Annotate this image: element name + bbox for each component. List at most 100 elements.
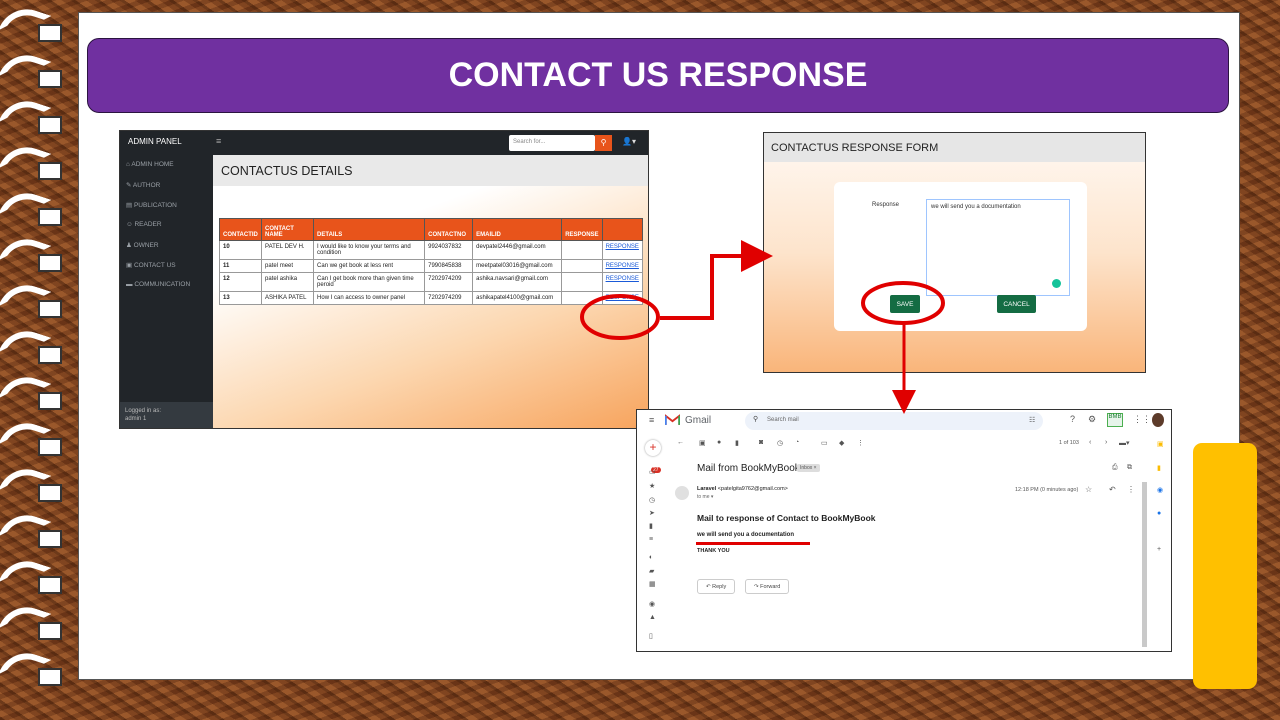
- response-link[interactable]: RESPONSE: [606, 263, 639, 269]
- binder-ring: [0, 185, 64, 229]
- menu-icon[interactable]: ≡: [216, 136, 221, 146]
- add-task-icon[interactable]: ◔: [795, 439, 799, 446]
- binder-ring: [0, 369, 64, 413]
- compose-icon[interactable]: +: [645, 440, 661, 456]
- next-page-icon[interactable]: ›: [1105, 439, 1107, 446]
- forward-button[interactable]: ↷ Forward: [745, 579, 790, 594]
- cell-action: RESPONSE: [601, 272, 644, 292]
- more-icon[interactable]: ≡: [649, 536, 653, 543]
- search-icon[interactable]: ⚲: [753, 415, 758, 423]
- delete-icon[interactable]: ▮: [735, 439, 739, 447]
- admin-search-input[interactable]: Search for...: [509, 135, 595, 151]
- snooze-icon[interactable]: ◷: [777, 439, 783, 447]
- cell-contact-no: 7202974209: [424, 291, 474, 305]
- sidebar-item-publication[interactable]: ▤ PUBLICATION: [126, 201, 177, 209]
- archive-icon[interactable]: ▣: [699, 439, 706, 447]
- mail-body-line: we will send you a documentation: [697, 532, 795, 538]
- tasks-icon[interactable]: ◉: [1157, 486, 1163, 494]
- scrollbar[interactable]: [1142, 482, 1147, 647]
- more-options-icon[interactable]: ⋮: [1127, 485, 1135, 494]
- reader-icon: ☺: [126, 221, 133, 228]
- sidebar-item-author[interactable]: ✎ AUTHOR: [126, 181, 160, 189]
- binder-ring: [0, 461, 64, 505]
- video-icon[interactable]: ▰: [649, 567, 654, 575]
- prev-page-icon[interactable]: ‹: [1089, 439, 1091, 446]
- form-title: CONTACTUS RESPONSE FORM: [764, 133, 1145, 162]
- column-header: CONTACTNO: [424, 218, 474, 241]
- response-textarea[interactable]: we will send you a documentation: [926, 199, 1070, 296]
- keep-icon[interactable]: ▮: [1157, 464, 1161, 472]
- logged-in-user: admin 1: [125, 416, 147, 423]
- cell-email: meetpatel03016@gmail.com: [472, 259, 563, 273]
- sidebar-item-contact-us[interactable]: ▣ CONTACT US: [126, 261, 176, 269]
- search-options-icon[interactable]: ☷: [1029, 416, 1035, 424]
- gear-icon[interactable]: ⚙: [1088, 414, 1096, 425]
- inbox-label-badge[interactable]: Inbox ×: [797, 464, 820, 472]
- inbox-icon[interactable]: ▭: [649, 468, 656, 476]
- recipient-line[interactable]: to me ▾: [697, 494, 713, 500]
- sidebar-item-communication[interactable]: ▬ COMMUNICATION: [126, 281, 190, 288]
- clock-icon[interactable]: ◷: [649, 496, 655, 504]
- sidebar-item-reader[interactable]: ☺ READER: [126, 221, 162, 228]
- cell-contact-id: 10: [218, 240, 263, 260]
- user-icon[interactable]: 👤▾: [622, 137, 636, 146]
- cell-contact-no: 9924037832: [424, 240, 474, 260]
- contact-avatar-icon[interactable]: ▲: [649, 614, 656, 621]
- help-icon[interactable]: ?: [1070, 414, 1075, 424]
- print-icon[interactable]: ⎙: [1112, 464, 1118, 472]
- cancel-button[interactable]: CANCEL: [997, 295, 1036, 313]
- reply-button[interactable]: ↶ Reply: [697, 579, 736, 594]
- label-icon[interactable]: ◆: [839, 439, 844, 447]
- bookmybook-badge-icon[interactable]: BMB: [1107, 413, 1123, 427]
- apps-grid-icon[interactable]: ⋮⋮: [1133, 414, 1151, 425]
- sidebar-item-label: PUBLICATION: [133, 202, 177, 209]
- reply-icon[interactable]: ↶: [1109, 485, 1116, 494]
- admin-panel-screenshot: ADMIN PANEL ≡ Search for... ⚲ 👤▾ ⌂ ADMIN…: [119, 130, 649, 429]
- binder-ring: [0, 415, 64, 459]
- sidebar-item-admin-home[interactable]: ⌂ ADMIN HOME: [126, 161, 174, 168]
- move-to-icon[interactable]: ▭: [821, 439, 828, 447]
- column-header: CONTACTID: [218, 218, 263, 241]
- binder-ring: [0, 277, 64, 321]
- star-icon[interactable]: ★: [649, 482, 655, 490]
- contact-table: CONTACTID CONTACT NAME DETAILS CONTACTNO…: [218, 218, 644, 305]
- meet-icon[interactable]: ◐: [649, 554, 653, 561]
- contacts-icon[interactable]: ●: [1157, 510, 1161, 517]
- binder-ring: [0, 645, 64, 689]
- mark-unread-icon[interactable]: ◙: [759, 439, 763, 446]
- sidebar-item-owner[interactable]: ♟ OWNER: [126, 241, 159, 249]
- back-icon[interactable]: ←: [677, 439, 684, 446]
- star-icon[interactable]: ☆: [1085, 485, 1092, 494]
- phone-icon[interactable]: ▯: [649, 632, 653, 640]
- mail-search-input[interactable]: Search mail: [745, 412, 1043, 430]
- response-form-screenshot: CONTACTUS RESPONSE FORM Response we will…: [763, 132, 1146, 373]
- chat-icon[interactable]: ◉: [649, 600, 655, 608]
- send-icon[interactable]: ➤: [649, 509, 655, 517]
- cell-response: [561, 272, 603, 292]
- pen-icon: ✎: [126, 182, 132, 189]
- sidebar-item-label: CONTACT US: [133, 262, 176, 269]
- response-link[interactable]: RESPONSE: [606, 295, 639, 301]
- cell-contact-id: 11: [218, 259, 263, 273]
- binder-ring: [0, 553, 64, 597]
- response-link[interactable]: RESPONSE: [606, 244, 639, 250]
- binder-ring: [0, 507, 64, 551]
- search-icon[interactable]: ⚲: [595, 135, 612, 151]
- menu-icon[interactable]: ≡: [649, 415, 654, 425]
- report-spam-icon[interactable]: ●: [717, 439, 721, 446]
- more-options-icon[interactable]: ⋮: [857, 439, 864, 447]
- popout-icon[interactable]: ⧉: [1127, 464, 1132, 472]
- response-label: Response: [872, 202, 900, 208]
- calendar-icon[interactable]: ▣: [1157, 440, 1164, 448]
- mail-body-line: THANK YOU: [697, 548, 730, 554]
- table-row: 13 ASHIKA PATEL How I can access to owne…: [218, 291, 644, 305]
- add-addon-icon[interactable]: +: [1157, 546, 1161, 553]
- input-tools-icon[interactable]: ▬▾: [1119, 439, 1130, 447]
- response-link[interactable]: RESPONSE: [606, 276, 639, 282]
- avatar[interactable]: [1152, 413, 1164, 427]
- mail-subject: Mail from BookMyBook: [697, 463, 800, 474]
- keyboard-icon[interactable]: ▦: [649, 580, 656, 588]
- save-button[interactable]: SAVE: [890, 295, 920, 313]
- file-icon[interactable]: ▮: [649, 522, 653, 530]
- column-header: DETAILS: [313, 218, 426, 241]
